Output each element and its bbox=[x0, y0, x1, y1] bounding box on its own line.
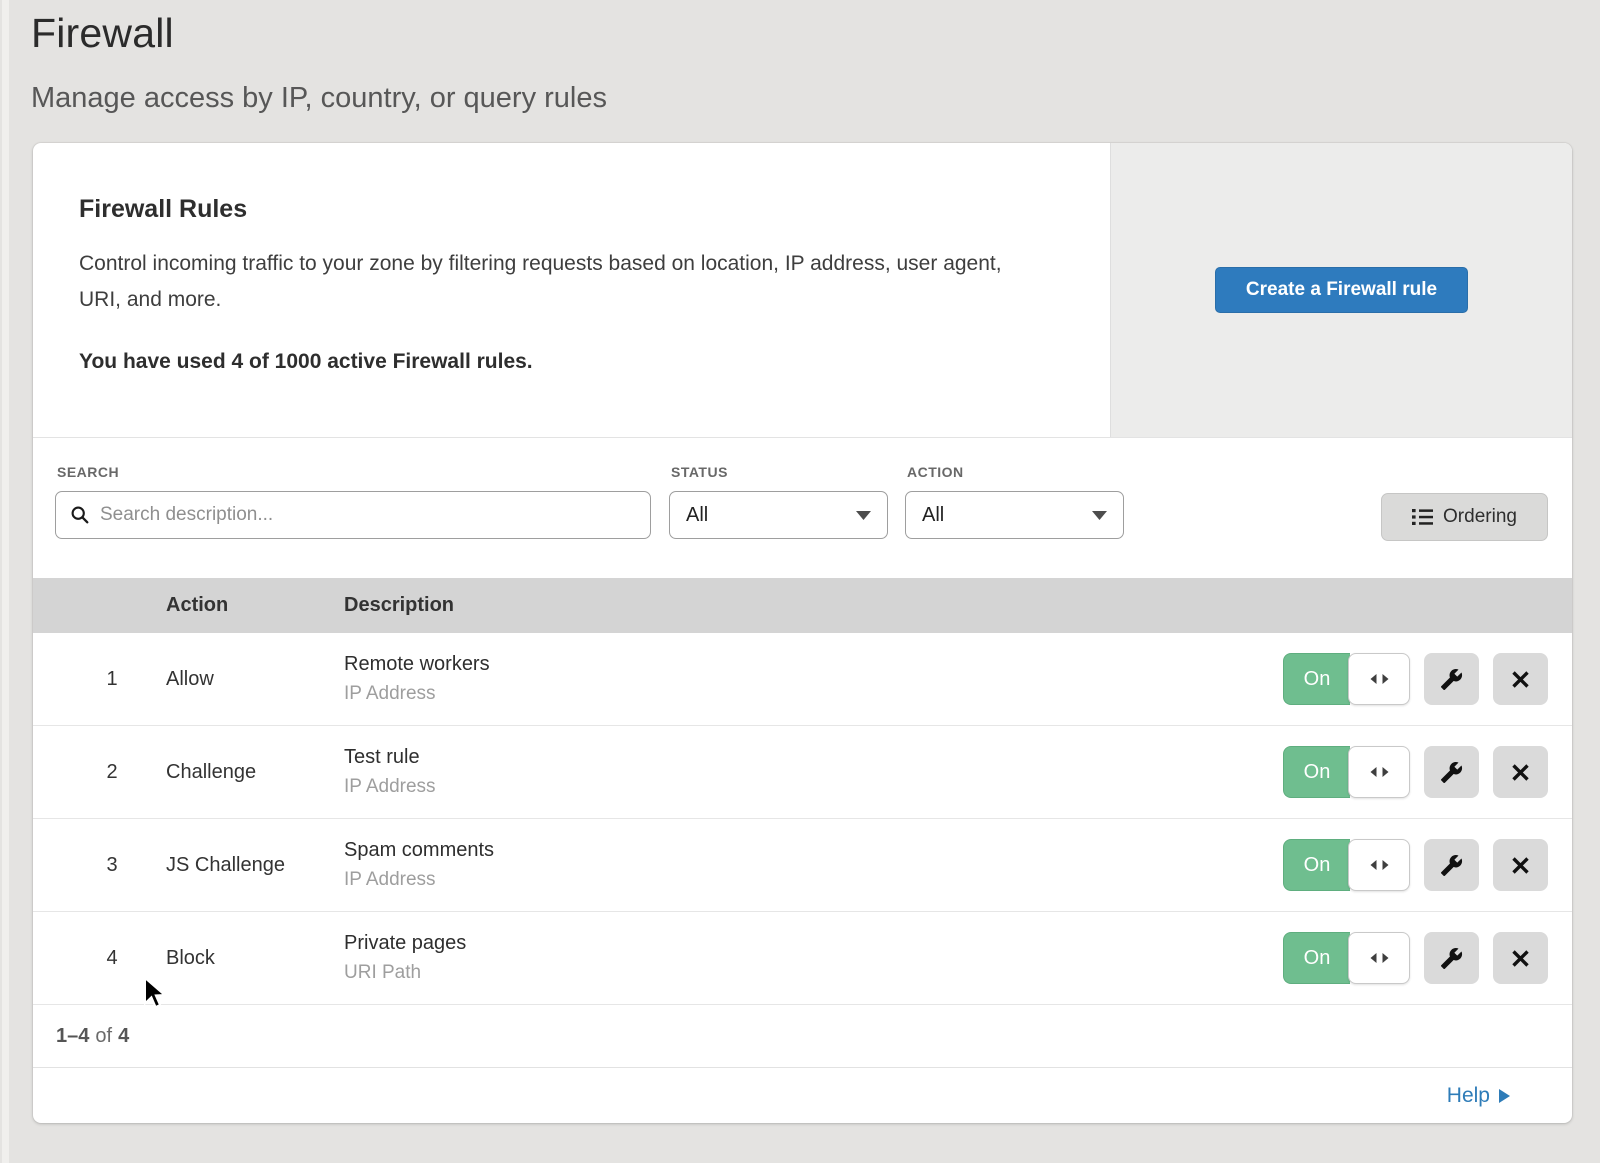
action-filter-group: ACTION All bbox=[905, 464, 1124, 539]
table-header: Action Description bbox=[33, 578, 1572, 633]
rule-priority: 2 bbox=[33, 761, 166, 784]
help-link-label: Help bbox=[1447, 1084, 1490, 1108]
mouse-cursor bbox=[143, 977, 171, 1009]
close-icon bbox=[1510, 948, 1531, 969]
edit-rule-button[interactable] bbox=[1424, 653, 1479, 705]
page-title: Firewall bbox=[31, 10, 1600, 57]
rule-priority: 3 bbox=[33, 854, 166, 877]
pagination-status: 1–4 of 4 bbox=[33, 1005, 1572, 1067]
rule-match-type: IP Address bbox=[344, 869, 1283, 891]
description-column-header: Description bbox=[344, 594, 1548, 617]
status-select-value: All bbox=[686, 504, 856, 527]
rule-action: Allow bbox=[166, 668, 344, 691]
action-column-header: Action bbox=[166, 594, 344, 617]
rule-enabled-toggle[interactable]: On bbox=[1283, 653, 1410, 705]
card-description: Control incoming traffic to your zone by… bbox=[79, 246, 1029, 318]
page-subtitle: Manage access by IP, country, or query r… bbox=[31, 82, 1600, 115]
wrench-icon bbox=[1440, 947, 1463, 970]
drag-handle-icon[interactable] bbox=[1348, 653, 1410, 705]
firewall-rules-card: Firewall Rules Control incoming traffic … bbox=[33, 143, 1572, 1123]
action-select-value: All bbox=[922, 504, 1092, 527]
drag-handle-icon[interactable] bbox=[1348, 839, 1410, 891]
edit-rule-button[interactable] bbox=[1424, 932, 1479, 984]
pagination-of: of bbox=[95, 1025, 112, 1048]
intro-action-panel: Create a Firewall rule bbox=[1110, 143, 1572, 437]
rule-controls: On bbox=[1283, 653, 1572, 705]
pagination-total: 4 bbox=[118, 1025, 129, 1048]
rule-priority: 4 bbox=[33, 947, 166, 970]
left-edge-highlight bbox=[2, 0, 9, 1163]
toggle-on-label: On bbox=[1283, 932, 1350, 984]
rule-action: Block bbox=[166, 947, 344, 970]
search-label: SEARCH bbox=[57, 464, 651, 480]
toggle-on-label: On bbox=[1283, 746, 1350, 798]
drag-handle-icon[interactable] bbox=[1348, 746, 1410, 798]
card-title: Firewall Rules bbox=[79, 195, 1070, 224]
rule-controls: On bbox=[1283, 746, 1572, 798]
delete-rule-button[interactable] bbox=[1493, 746, 1548, 798]
table-row: 1 Allow Remote workers IP Address On bbox=[33, 633, 1572, 726]
chevron-down-icon bbox=[1092, 511, 1107, 520]
toggle-on-label: On bbox=[1283, 653, 1350, 705]
wrench-icon bbox=[1440, 668, 1463, 691]
rule-description-cell: Test rule IP Address bbox=[344, 746, 1283, 798]
close-icon bbox=[1510, 762, 1531, 783]
status-filter-group: STATUS All bbox=[669, 464, 888, 539]
card-footer: Help bbox=[33, 1067, 1572, 1123]
rule-description-cell: Remote workers IP Address bbox=[344, 653, 1283, 705]
wrench-icon bbox=[1440, 854, 1463, 877]
table-row: 4 Block Private pages URI Path On bbox=[33, 912, 1572, 1005]
wrench-icon bbox=[1440, 761, 1463, 784]
edit-rule-button[interactable] bbox=[1424, 839, 1479, 891]
help-link[interactable]: Help bbox=[1447, 1084, 1510, 1108]
rule-priority: 1 bbox=[33, 668, 166, 691]
create-firewall-rule-button[interactable]: Create a Firewall rule bbox=[1215, 267, 1468, 313]
rule-enabled-toggle[interactable]: On bbox=[1283, 746, 1410, 798]
status-select[interactable]: All bbox=[669, 491, 888, 539]
table-row: 3 JS Challenge Spam comments IP Address … bbox=[33, 819, 1572, 912]
rule-description: Remote workers bbox=[344, 653, 1283, 676]
status-label: STATUS bbox=[671, 464, 888, 480]
action-select[interactable]: All bbox=[905, 491, 1124, 539]
chevron-down-icon bbox=[856, 511, 871, 520]
search-box bbox=[55, 491, 651, 539]
delete-rule-button[interactable] bbox=[1493, 839, 1548, 891]
rule-controls: On bbox=[1283, 932, 1572, 984]
rule-match-type: URI Path bbox=[344, 962, 1283, 984]
intro-section: Firewall Rules Control incoming traffic … bbox=[33, 143, 1572, 437]
action-label: ACTION bbox=[907, 464, 1124, 480]
delete-rule-button[interactable] bbox=[1493, 932, 1548, 984]
rule-action: JS Challenge bbox=[166, 854, 344, 877]
rule-description: Private pages bbox=[344, 932, 1283, 955]
search-filter-group: SEARCH bbox=[55, 464, 651, 539]
search-icon bbox=[70, 505, 90, 525]
rule-enabled-toggle[interactable]: On bbox=[1283, 932, 1410, 984]
rule-match-type: IP Address bbox=[344, 776, 1283, 798]
filter-bar: SEARCH STATUS All ACTION All bbox=[33, 437, 1572, 578]
edit-rule-button[interactable] bbox=[1424, 746, 1479, 798]
arrow-right-icon bbox=[1499, 1089, 1510, 1103]
toggle-on-label: On bbox=[1283, 839, 1350, 891]
rule-controls: On bbox=[1283, 839, 1572, 891]
ordering-button[interactable]: Ordering bbox=[1381, 493, 1548, 541]
rule-description-cell: Private pages URI Path bbox=[344, 932, 1283, 984]
rule-description-cell: Spam comments IP Address bbox=[344, 839, 1283, 891]
rule-description: Test rule bbox=[344, 746, 1283, 769]
ordering-button-label: Ordering bbox=[1443, 506, 1517, 528]
delete-rule-button[interactable] bbox=[1493, 653, 1548, 705]
page-header: Firewall Manage access by IP, country, o… bbox=[0, 0, 1600, 115]
close-icon bbox=[1510, 669, 1531, 690]
table-row: 2 Challenge Test rule IP Address On bbox=[33, 726, 1572, 819]
rule-enabled-toggle[interactable]: On bbox=[1283, 839, 1410, 891]
intro-text-panel: Firewall Rules Control incoming traffic … bbox=[33, 143, 1110, 437]
ordering-list-icon bbox=[1412, 508, 1433, 526]
rule-description: Spam comments bbox=[344, 839, 1283, 862]
search-input[interactable] bbox=[100, 504, 636, 526]
rule-action: Challenge bbox=[166, 761, 344, 784]
close-icon bbox=[1510, 855, 1531, 876]
rule-match-type: IP Address bbox=[344, 683, 1283, 705]
drag-handle-icon[interactable] bbox=[1348, 932, 1410, 984]
pagination-range: 1–4 bbox=[56, 1025, 89, 1048]
usage-summary: You have used 4 of 1000 active Firewall … bbox=[79, 350, 1070, 374]
